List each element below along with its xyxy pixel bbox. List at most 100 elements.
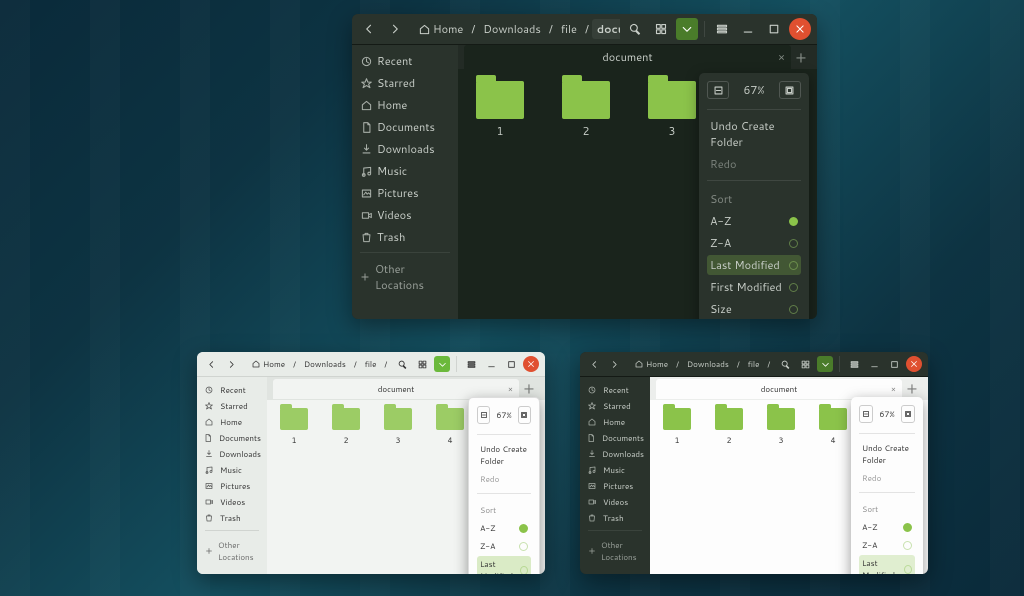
folder-item[interactable]: 1 [470, 81, 530, 139]
new-tab-button[interactable]: + [791, 46, 811, 69]
close-button[interactable] [789, 18, 811, 40]
sidebar-other-locations[interactable]: Other Locations [352, 257, 458, 297]
forward-button[interactable] [606, 356, 622, 372]
sidebar-item-videos[interactable]: Videos [197, 494, 267, 510]
maximize-button[interactable] [503, 356, 519, 372]
grid-view-button[interactable] [797, 356, 813, 372]
sidebar-item-documents[interactable]: Documents [580, 430, 650, 446]
forward-button[interactable] [223, 356, 239, 372]
sidebar-item-documents[interactable]: Documents [197, 430, 267, 446]
tab-close-icon[interactable]: × [891, 383, 896, 395]
zoom-fit-button[interactable] [779, 81, 801, 99]
minimize-button[interactable] [866, 356, 882, 372]
folder-item[interactable]: 4 [816, 408, 850, 446]
sidebar-item-pictures[interactable]: Pictures [197, 478, 267, 494]
sidebar-item-trash[interactable]: Trash [580, 510, 650, 526]
hamburger-menu-button[interactable] [711, 18, 733, 40]
folder-item[interactable]: 3 [381, 408, 415, 446]
minimize-button[interactable] [737, 18, 759, 40]
view-options-button[interactable] [676, 18, 698, 40]
sort-option[interactable]: Last Modified [859, 555, 915, 574]
close-button[interactable] [906, 356, 922, 372]
sidebar-item-music[interactable]: Music [197, 462, 267, 478]
breadcrumb-segment[interactable]: Downloads [478, 19, 546, 39]
sidebar-item-home[interactable]: Home [197, 414, 267, 430]
sidebar-item-downloads[interactable]: Downloads [197, 446, 267, 462]
search-button[interactable] [394, 356, 410, 372]
tab-close-icon[interactable]: × [508, 383, 513, 395]
sidebar-item-recent[interactable]: Recent [197, 382, 267, 398]
sidebar-item-pictures[interactable]: Pictures [352, 182, 458, 204]
folder-item[interactable]: 1 [277, 408, 311, 446]
zoom-out-button[interactable] [707, 81, 729, 99]
breadcrumb-segment[interactable]: document ▾ [592, 19, 620, 39]
minimize-button[interactable] [483, 356, 499, 372]
sort-option[interactable]: Z-A [707, 233, 801, 253]
sort-option[interactable]: First Modified [707, 277, 801, 297]
tab-document[interactable]: document× [656, 379, 902, 399]
breadcrumb-segment[interactable]: file [743, 356, 765, 372]
sidebar-item-starred[interactable]: Starred [352, 72, 458, 94]
breadcrumb-segment[interactable]: Home [247, 356, 290, 372]
folder-item[interactable]: 2 [712, 408, 746, 446]
hamburger-menu-button[interactable] [463, 356, 479, 372]
back-button[interactable] [358, 18, 380, 40]
sidebar-item-home[interactable]: Home [580, 414, 650, 430]
breadcrumb-segment[interactable]: Home [414, 19, 468, 39]
sidebar-item-music[interactable]: Music [352, 160, 458, 182]
grid-view-button[interactable] [650, 18, 672, 40]
folder-item[interactable]: 2 [329, 408, 363, 446]
sidebar-item-pictures[interactable]: Pictures [580, 478, 650, 494]
folder-item[interactable]: 3 [764, 408, 798, 446]
breadcrumb-segment[interactable]: Downloads [682, 356, 734, 372]
breadcrumb-segment[interactable]: file [360, 356, 382, 372]
sidebar-item-downloads[interactable]: Downloads [580, 446, 650, 462]
back-button[interactable] [203, 356, 219, 372]
view-options-button[interactable] [434, 356, 450, 372]
sidebar-item-music[interactable]: Music [580, 462, 650, 478]
zoom-out-button[interactable] [477, 406, 490, 424]
sidebar-item-trash[interactable]: Trash [352, 226, 458, 248]
sidebar-item-videos[interactable]: Videos [352, 204, 458, 226]
sort-option[interactable]: A-Z [859, 519, 915, 535]
sidebar-item-starred[interactable]: Starred [580, 398, 650, 414]
tab-close-icon[interactable]: × [778, 49, 785, 65]
grid-view-button[interactable] [414, 356, 430, 372]
sidebar-other-locations[interactable]: Other Locations [580, 535, 650, 567]
tab-document[interactable]: document× [464, 45, 791, 69]
maximize-button[interactable] [763, 18, 785, 40]
sidebar-item-downloads[interactable]: Downloads [352, 138, 458, 160]
sort-option[interactable]: Last Modified [477, 556, 531, 574]
folder-item[interactable]: 3 [642, 81, 702, 139]
sort-option[interactable]: A-Z [707, 211, 801, 231]
undo-item[interactable]: Undo Create Folder [859, 440, 915, 468]
sidebar-item-videos[interactable]: Videos [580, 494, 650, 510]
sort-option[interactable]: Z-A [477, 538, 531, 554]
sort-option[interactable]: Last Modified [707, 255, 801, 275]
breadcrumb-segment[interactable]: Downloads [299, 356, 351, 372]
sidebar-other-locations[interactable]: Other Locations [197, 535, 267, 567]
sort-option[interactable]: Z-A [859, 537, 915, 553]
back-button[interactable] [586, 356, 602, 372]
zoom-out-button[interactable] [859, 405, 873, 423]
sort-option[interactable]: A-Z [477, 520, 531, 536]
view-options-button[interactable] [817, 356, 833, 372]
tab-document[interactable]: document× [273, 379, 519, 399]
undo-item[interactable]: Undo Create Folder [477, 441, 531, 469]
sidebar-item-trash[interactable]: Trash [197, 510, 267, 526]
folder-item[interactable]: 1 [660, 408, 694, 446]
sidebar-item-documents[interactable]: Documents [352, 116, 458, 138]
zoom-fit-button[interactable] [901, 405, 915, 423]
close-button[interactable] [523, 356, 539, 372]
sidebar-item-recent[interactable]: Recent [580, 382, 650, 398]
breadcrumb-segment[interactable]: file [556, 19, 582, 39]
forward-button[interactable] [384, 18, 406, 40]
sidebar-item-home[interactable]: Home [352, 94, 458, 116]
zoom-fit-button[interactable] [518, 406, 531, 424]
sidebar-item-starred[interactable]: Starred [197, 398, 267, 414]
search-button[interactable] [777, 356, 793, 372]
breadcrumb-segment[interactable]: Home [630, 356, 673, 372]
search-button[interactable] [624, 18, 646, 40]
folder-item[interactable]: 4 [433, 408, 467, 446]
maximize-button[interactable] [886, 356, 902, 372]
